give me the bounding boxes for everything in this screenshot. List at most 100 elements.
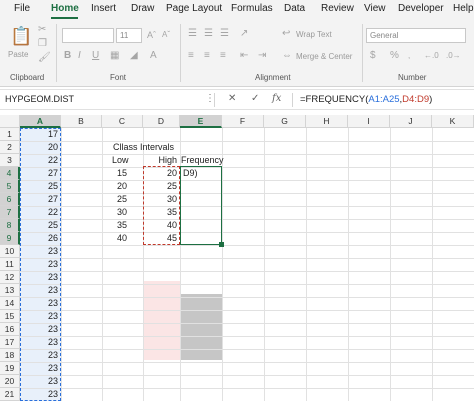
decrease-font-icon[interactable]: Aˇ (162, 29, 170, 41)
check-icon[interactable]: ✓ (251, 93, 259, 104)
cell-c4[interactable]: 15 (114, 167, 143, 180)
align-top-icon[interactable]: ☰ (188, 28, 197, 40)
increase-decimal-icon[interactable]: ←.0 (424, 50, 439, 62)
align-center-icon[interactable]: ≡ (204, 50, 210, 62)
gridline (20, 245, 474, 246)
column-header-i[interactable]: I (348, 115, 390, 128)
tab-page-layout[interactable]: Page Layout (166, 3, 222, 14)
paste-label[interactable]: Paste (8, 50, 28, 59)
close-icon[interactable]: ✕ (228, 93, 236, 104)
row-header[interactable]: 18 (0, 349, 20, 362)
currency-button[interactable]: $ (370, 50, 376, 62)
column-header-e[interactable]: E (180, 115, 222, 128)
insert-function-button[interactable]: fx (272, 93, 281, 104)
wrap-text-button[interactable]: Wrap Text (296, 30, 332, 39)
cell-c2-title[interactable]: Cllass Intervals (110, 141, 210, 154)
name-box[interactable]: HYPGEOM.DIST (2, 92, 200, 107)
increase-indent-icon[interactable]: ⇥ (258, 50, 266, 62)
row-header[interactable]: 20 (0, 375, 20, 388)
range-e5-e9-fill (180, 294, 222, 360)
tab-developer[interactable]: Developer (398, 3, 444, 14)
row-header[interactable]: 21 (0, 388, 20, 401)
cell-c8[interactable]: 35 (114, 219, 143, 232)
tab-view[interactable]: View (364, 3, 386, 14)
column-header-a[interactable]: A (20, 115, 61, 128)
column-header-d[interactable]: D (143, 115, 180, 128)
decrease-indent-icon[interactable]: ⇤ (240, 50, 248, 62)
align-bottom-icon[interactable]: ☰ (220, 28, 229, 40)
orientation-icon[interactable]: ↗ (240, 28, 248, 40)
spreadsheet-grid[interactable]: A B C D E F G H I J K 1 2 3 4 5 6 7 8 9 … (0, 115, 474, 401)
group-separator (56, 24, 57, 82)
column-header-h[interactable]: H (306, 115, 348, 128)
underline-button[interactable]: U (92, 50, 99, 62)
column-header-f[interactable]: F (222, 115, 264, 128)
increase-font-icon[interactable]: Aˆ (147, 29, 156, 41)
tab-home[interactable]: Home (51, 3, 79, 14)
cell-c7[interactable]: 30 (114, 206, 143, 219)
font-size-dropdown[interactable]: 11 (116, 28, 142, 43)
comma-style-icon[interactable]: , (408, 50, 410, 62)
tab-formulas[interactable]: Formulas (231, 3, 273, 14)
column-header-c[interactable]: C (102, 115, 143, 128)
row-header[interactable]: 2 (0, 141, 20, 154)
row-header[interactable]: 12 (0, 271, 20, 284)
row-header[interactable]: 3 (0, 154, 20, 167)
tab-review[interactable]: Review (321, 3, 354, 14)
tab-help[interactable]: Help (453, 3, 474, 14)
row-header[interactable]: 11 (0, 258, 20, 271)
select-all-corner[interactable] (0, 115, 20, 128)
row-header[interactable]: 4 (0, 167, 20, 180)
merge-center-icon[interactable]: ⇔ (282, 50, 292, 62)
row-header[interactable]: 10 (0, 245, 20, 258)
row-header[interactable]: 15 (0, 310, 20, 323)
tab-data[interactable]: Data (284, 3, 305, 14)
cut-icon[interactable]: ✂ (38, 24, 46, 36)
align-middle-icon[interactable]: ☰ (204, 28, 213, 40)
column-header-k[interactable]: K (432, 115, 474, 128)
row-header[interactable]: 6 (0, 193, 20, 206)
ribbon: 📋 Paste ✂ ❐ 🖌 Clipboard 11 Aˆ Aˇ B I U ▦… (0, 20, 474, 87)
column-header-b[interactable]: B (61, 115, 102, 128)
paste-icon[interactable]: 📋 (10, 26, 32, 46)
copy-icon[interactable]: ❐ (38, 38, 47, 50)
formula-bar: HYPGEOM.DIST ⋮ ✕ ✓ fx =FREQUENCY(A1:A25,… (0, 89, 474, 110)
tab-insert[interactable]: Insert (91, 3, 116, 14)
row-header[interactable]: 8 (0, 219, 20, 232)
gridline (20, 362, 474, 363)
row-header[interactable]: 19 (0, 362, 20, 375)
align-left-icon[interactable]: ≡ (188, 50, 194, 62)
formula-bar-separator (214, 93, 215, 107)
bold-button[interactable]: B (64, 50, 71, 62)
wrap-text-icon[interactable]: ↩ (282, 28, 290, 40)
font-name-dropdown[interactable] (62, 28, 114, 43)
borders-icon[interactable]: ▦ (110, 50, 119, 62)
fill-handle[interactable] (219, 242, 224, 247)
row-header[interactable]: 1 (0, 128, 20, 141)
row-header[interactable]: 13 (0, 284, 20, 297)
merge-center-button[interactable]: Merge & Center (296, 52, 352, 61)
cell-c6[interactable]: 25 (114, 193, 143, 206)
font-color-icon[interactable]: A (150, 50, 157, 62)
formula-input[interactable]: =FREQUENCY(A1:A25,D4:D9) (300, 94, 432, 105)
percent-button[interactable]: % (390, 50, 399, 62)
tab-file[interactable]: File (14, 3, 30, 14)
tab-draw[interactable]: Draw (131, 3, 154, 14)
column-header-g[interactable]: G (264, 115, 306, 128)
italic-button[interactable]: I (78, 50, 81, 62)
row-header[interactable]: 14 (0, 297, 20, 310)
column-header-j[interactable]: J (390, 115, 432, 128)
fill-color-icon[interactable]: ◢ (130, 50, 138, 62)
number-format-dropdown[interactable]: General (366, 28, 466, 43)
cell-c9[interactable]: 40 (114, 232, 143, 245)
row-header[interactable]: 16 (0, 323, 20, 336)
row-header[interactable]: 9 (0, 232, 20, 245)
align-right-icon[interactable]: ≡ (220, 50, 226, 62)
cell-c3-low-header[interactable]: Low (109, 154, 143, 167)
row-header[interactable]: 7 (0, 206, 20, 219)
decrease-decimal-icon[interactable]: .0→ (446, 50, 461, 62)
row-header[interactable]: 5 (0, 180, 20, 193)
format-painter-icon[interactable]: 🖌 (38, 52, 51, 64)
cell-c5[interactable]: 20 (114, 180, 143, 193)
row-header[interactable]: 17 (0, 336, 20, 349)
